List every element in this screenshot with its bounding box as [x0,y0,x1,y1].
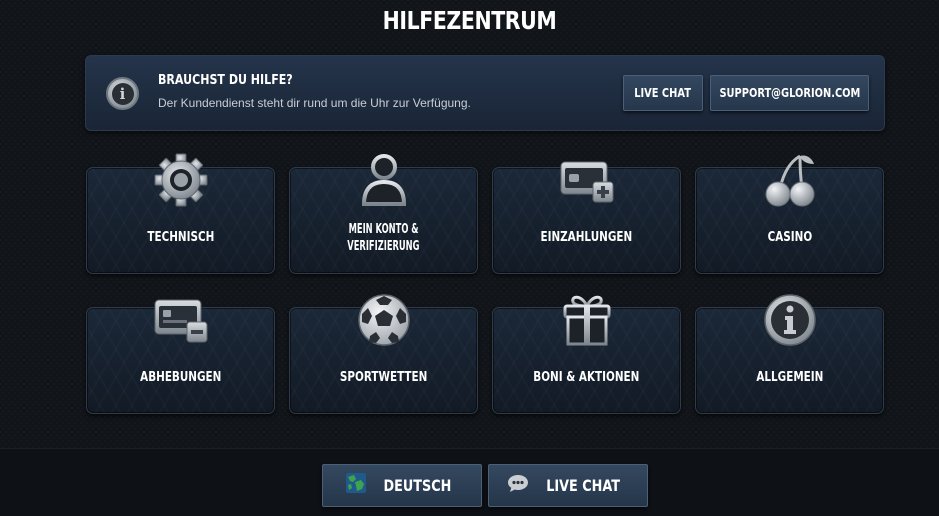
language-button[interactable]: DEUTSCH [322,464,482,507]
category-label: MEIN KONTO & [348,221,419,237]
help-banner-subtitle: Der Kundendienst steht dir rund um die U… [158,96,471,110]
category-label: CASINO [767,230,812,245]
support-email-button[interactable]: SUPPORT@GLORION.COM [710,75,869,111]
category-label: ABHEBUNGEN [139,370,222,385]
category-tile-casino[interactable]: CASINO [695,154,884,274]
category-tile-einzahlungen[interactable]: EINZAHLUNGEN [492,161,681,274]
language-label: DEUTSCH [383,476,451,495]
page-title: HILFEZENTRUM [382,6,557,35]
live-chat-button[interactable]: LIVE CHAT [623,75,703,111]
category-label: TECHNISCH [147,230,214,245]
live-chat-button-label: LIVE CHAT [634,86,692,100]
chat-bubble-icon [507,473,529,498]
category-tile-sportwetten[interactable]: SPORTWETTEN [289,294,478,414]
category-tile-mein-konto[interactable]: MEIN KONTO & VERIFIZIERUNG [289,154,478,274]
help-banner-title: BRAUCHST DU HILFE? [158,73,293,88]
category-label-line2: VERIFIZIERUNG [347,238,420,254]
category-label: ALLGEMEIN [756,370,823,385]
category-tile-abhebungen[interactable]: ABHEBUNGEN [86,299,275,414]
category-tile-technisch[interactable]: TECHNISCH [86,153,275,274]
support-email-label: SUPPORT@GLORION.COM [719,86,860,100]
category-label: SPORTWETTEN [339,370,428,385]
category-tile-boni-aktionen[interactable]: BONI & AKTIONEN [492,295,681,414]
footer-bar: DEUTSCH LIVE CHAT [0,448,939,516]
globe-icon [345,472,367,499]
category-label: EINZAHLUNGEN [540,230,633,245]
category-label: BONI & AKTIONEN [533,370,640,385]
footer-live-chat-button[interactable]: LIVE CHAT [488,464,648,507]
info-icon: i [106,77,139,110]
category-tile-allgemein[interactable]: ALLGEMEIN [695,294,884,414]
help-banner: i BRAUCHST DU HILFE? Der Kundendienst st… [85,55,885,131]
footer-live-chat-label: LIVE CHAT [546,476,620,495]
